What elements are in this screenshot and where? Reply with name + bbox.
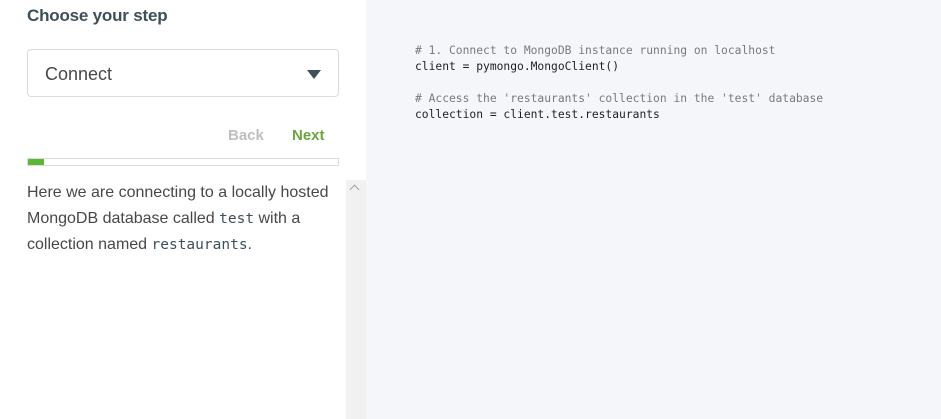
step-dropdown-value: Connect <box>45 64 113 84</box>
code-line-comment: # Access the 'restaurants' collection in… <box>415 92 824 105</box>
caret-down-icon <box>307 70 321 79</box>
collection-name: restaurants <box>151 237 248 253</box>
step-title: Choose your step <box>27 6 168 25</box>
next-button[interactable]: Next <box>292 127 325 144</box>
code-line-comment: # 1. Connect to MongoDB instance running… <box>415 44 776 57</box>
step-sidebar: Choose your step Connect Back Next Here … <box>0 0 366 419</box>
step-dropdown[interactable]: Connect <box>27 49 339 97</box>
code-line-statement: client = pymongo.MongoClient() <box>415 60 620 73</box>
back-button[interactable]: Back <box>228 127 264 144</box>
tutorial-step-view: Choose your step Connect Back Next Here … <box>0 0 941 419</box>
description-scrollbar[interactable] <box>346 180 366 419</box>
description-text-3: . <box>247 236 252 253</box>
database-name: test <box>219 210 255 227</box>
step-description: Here we are connecting to a locally host… <box>27 180 345 259</box>
code-line-statement: collection = client.test.restaurants <box>415 108 660 121</box>
code-block: # 1. Connect to MongoDB instance running… <box>415 43 823 123</box>
progress-fill <box>28 159 44 165</box>
scroll-up-icon[interactable] <box>349 184 360 195</box>
code-panel: # 1. Connect to MongoDB instance running… <box>366 0 941 419</box>
progress-bar <box>27 158 339 166</box>
